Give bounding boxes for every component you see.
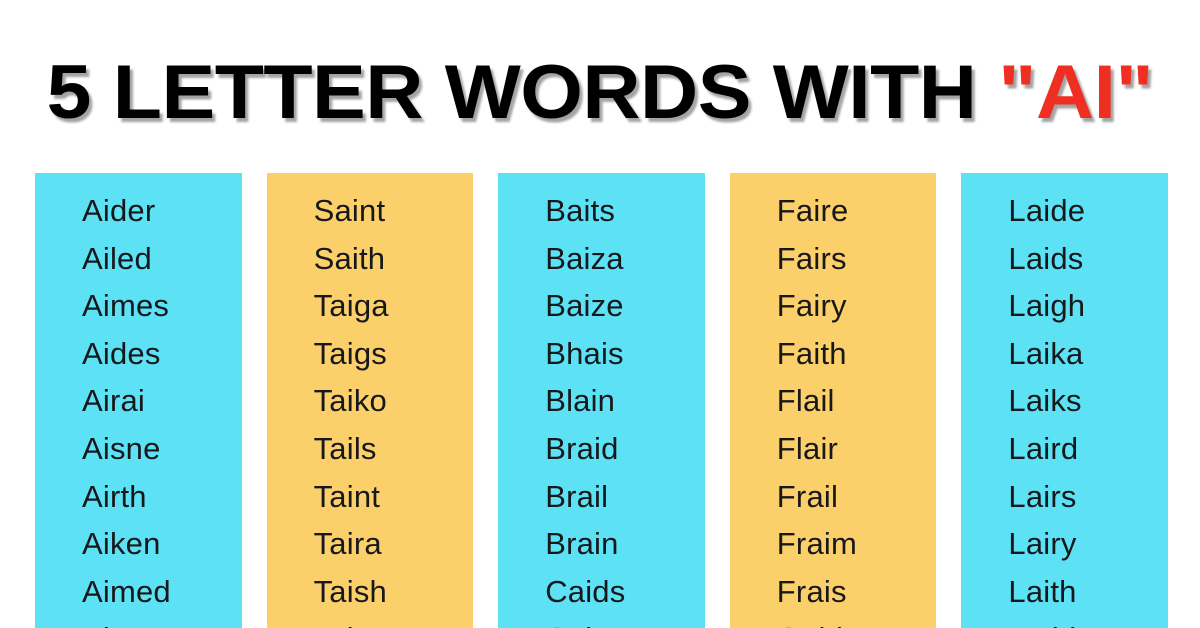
word-item: Saint (313, 193, 386, 228)
word-item: Aimes (82, 288, 170, 324)
word-item: Aides (82, 335, 161, 371)
word-item: Taint (313, 478, 381, 514)
word-item: Laids (1008, 240, 1084, 276)
word-item: Caids (545, 573, 626, 609)
word-item: Ailed (82, 240, 152, 276)
word-item: Brain (545, 526, 619, 562)
word-item: Braid (545, 430, 619, 466)
word-item: Lairy (1008, 526, 1077, 562)
word-item: Taits (314, 615, 474, 628)
word-item: Laigh (1008, 288, 1086, 324)
word-item: Aimed (82, 573, 171, 609)
word-item: Baiza (545, 240, 624, 276)
word-item: Baits (545, 193, 616, 228)
word-item: Taigs (313, 335, 387, 371)
word-item: Frail (776, 478, 839, 514)
word-item: Tails (313, 430, 377, 466)
word-item: Flair (776, 430, 839, 466)
word-item: Taish (313, 573, 387, 609)
word-item: Maids (1008, 615, 1168, 628)
page-title-prefix: 5 LETTER WORDS WITH (46, 50, 999, 135)
word-column-1: Aider Ailed Aimes Aides Airai Aisne Airt… (35, 173, 242, 628)
word-item: Blain (545, 383, 616, 419)
word-column-5: Laide Laids Laigh Laika Laiks Laird Lair… (961, 173, 1168, 628)
word-item: Faire (776, 193, 849, 228)
word-item: Taira (313, 526, 382, 562)
word-item: Brail (545, 478, 609, 514)
word-item: Laiks (1008, 383, 1082, 419)
word-item: Laith (1008, 573, 1077, 609)
word-item: Fraim (776, 526, 857, 562)
word-item: Taiko (313, 383, 387, 419)
word-item: Airns (82, 615, 242, 628)
word-item: Laird (1008, 430, 1079, 466)
page-title: 5 LETTER WORDS WITH "AI" (47, 39, 1154, 131)
title-bar: 5 LETTER WORDS WITH "AI" (0, 0, 1200, 170)
word-column-2: Saint Saith Taiga Taigs Taiko Tails Tain… (266, 173, 474, 628)
word-item: Aider (82, 193, 156, 228)
word-item: Bhais (545, 335, 624, 371)
word-columns: Aider Ailed Aimes Aides Airai Aisne Airt… (35, 173, 1168, 628)
word-item: Aisne (82, 430, 161, 466)
word-item: Laika (1008, 335, 1084, 371)
word-item: Laide (1008, 193, 1086, 228)
word-item: Flail (776, 383, 835, 419)
word-item: Gaids (777, 615, 937, 628)
word-item: Aiken (82, 526, 161, 562)
word-item: Saith (313, 240, 386, 276)
word-item: Faith (776, 335, 847, 371)
page-title-highlight: "AI" (998, 50, 1154, 135)
word-item: Taiga (313, 288, 389, 324)
word-item: Cairn (545, 615, 705, 628)
word-item: Fairy (776, 288, 847, 324)
word-column-4: Faire Fairs Fairy Faith Flail Flair Frai… (729, 173, 937, 628)
word-item: Lairs (1008, 478, 1077, 514)
word-item: Airth (82, 478, 147, 514)
word-item: Frais (776, 573, 847, 609)
word-item: Airai (82, 383, 146, 419)
word-column-3: Baits Baiza Baize Bhais Blain Braid Brai… (498, 173, 705, 628)
word-item: Baize (545, 288, 624, 324)
word-item: Fairs (776, 240, 847, 276)
